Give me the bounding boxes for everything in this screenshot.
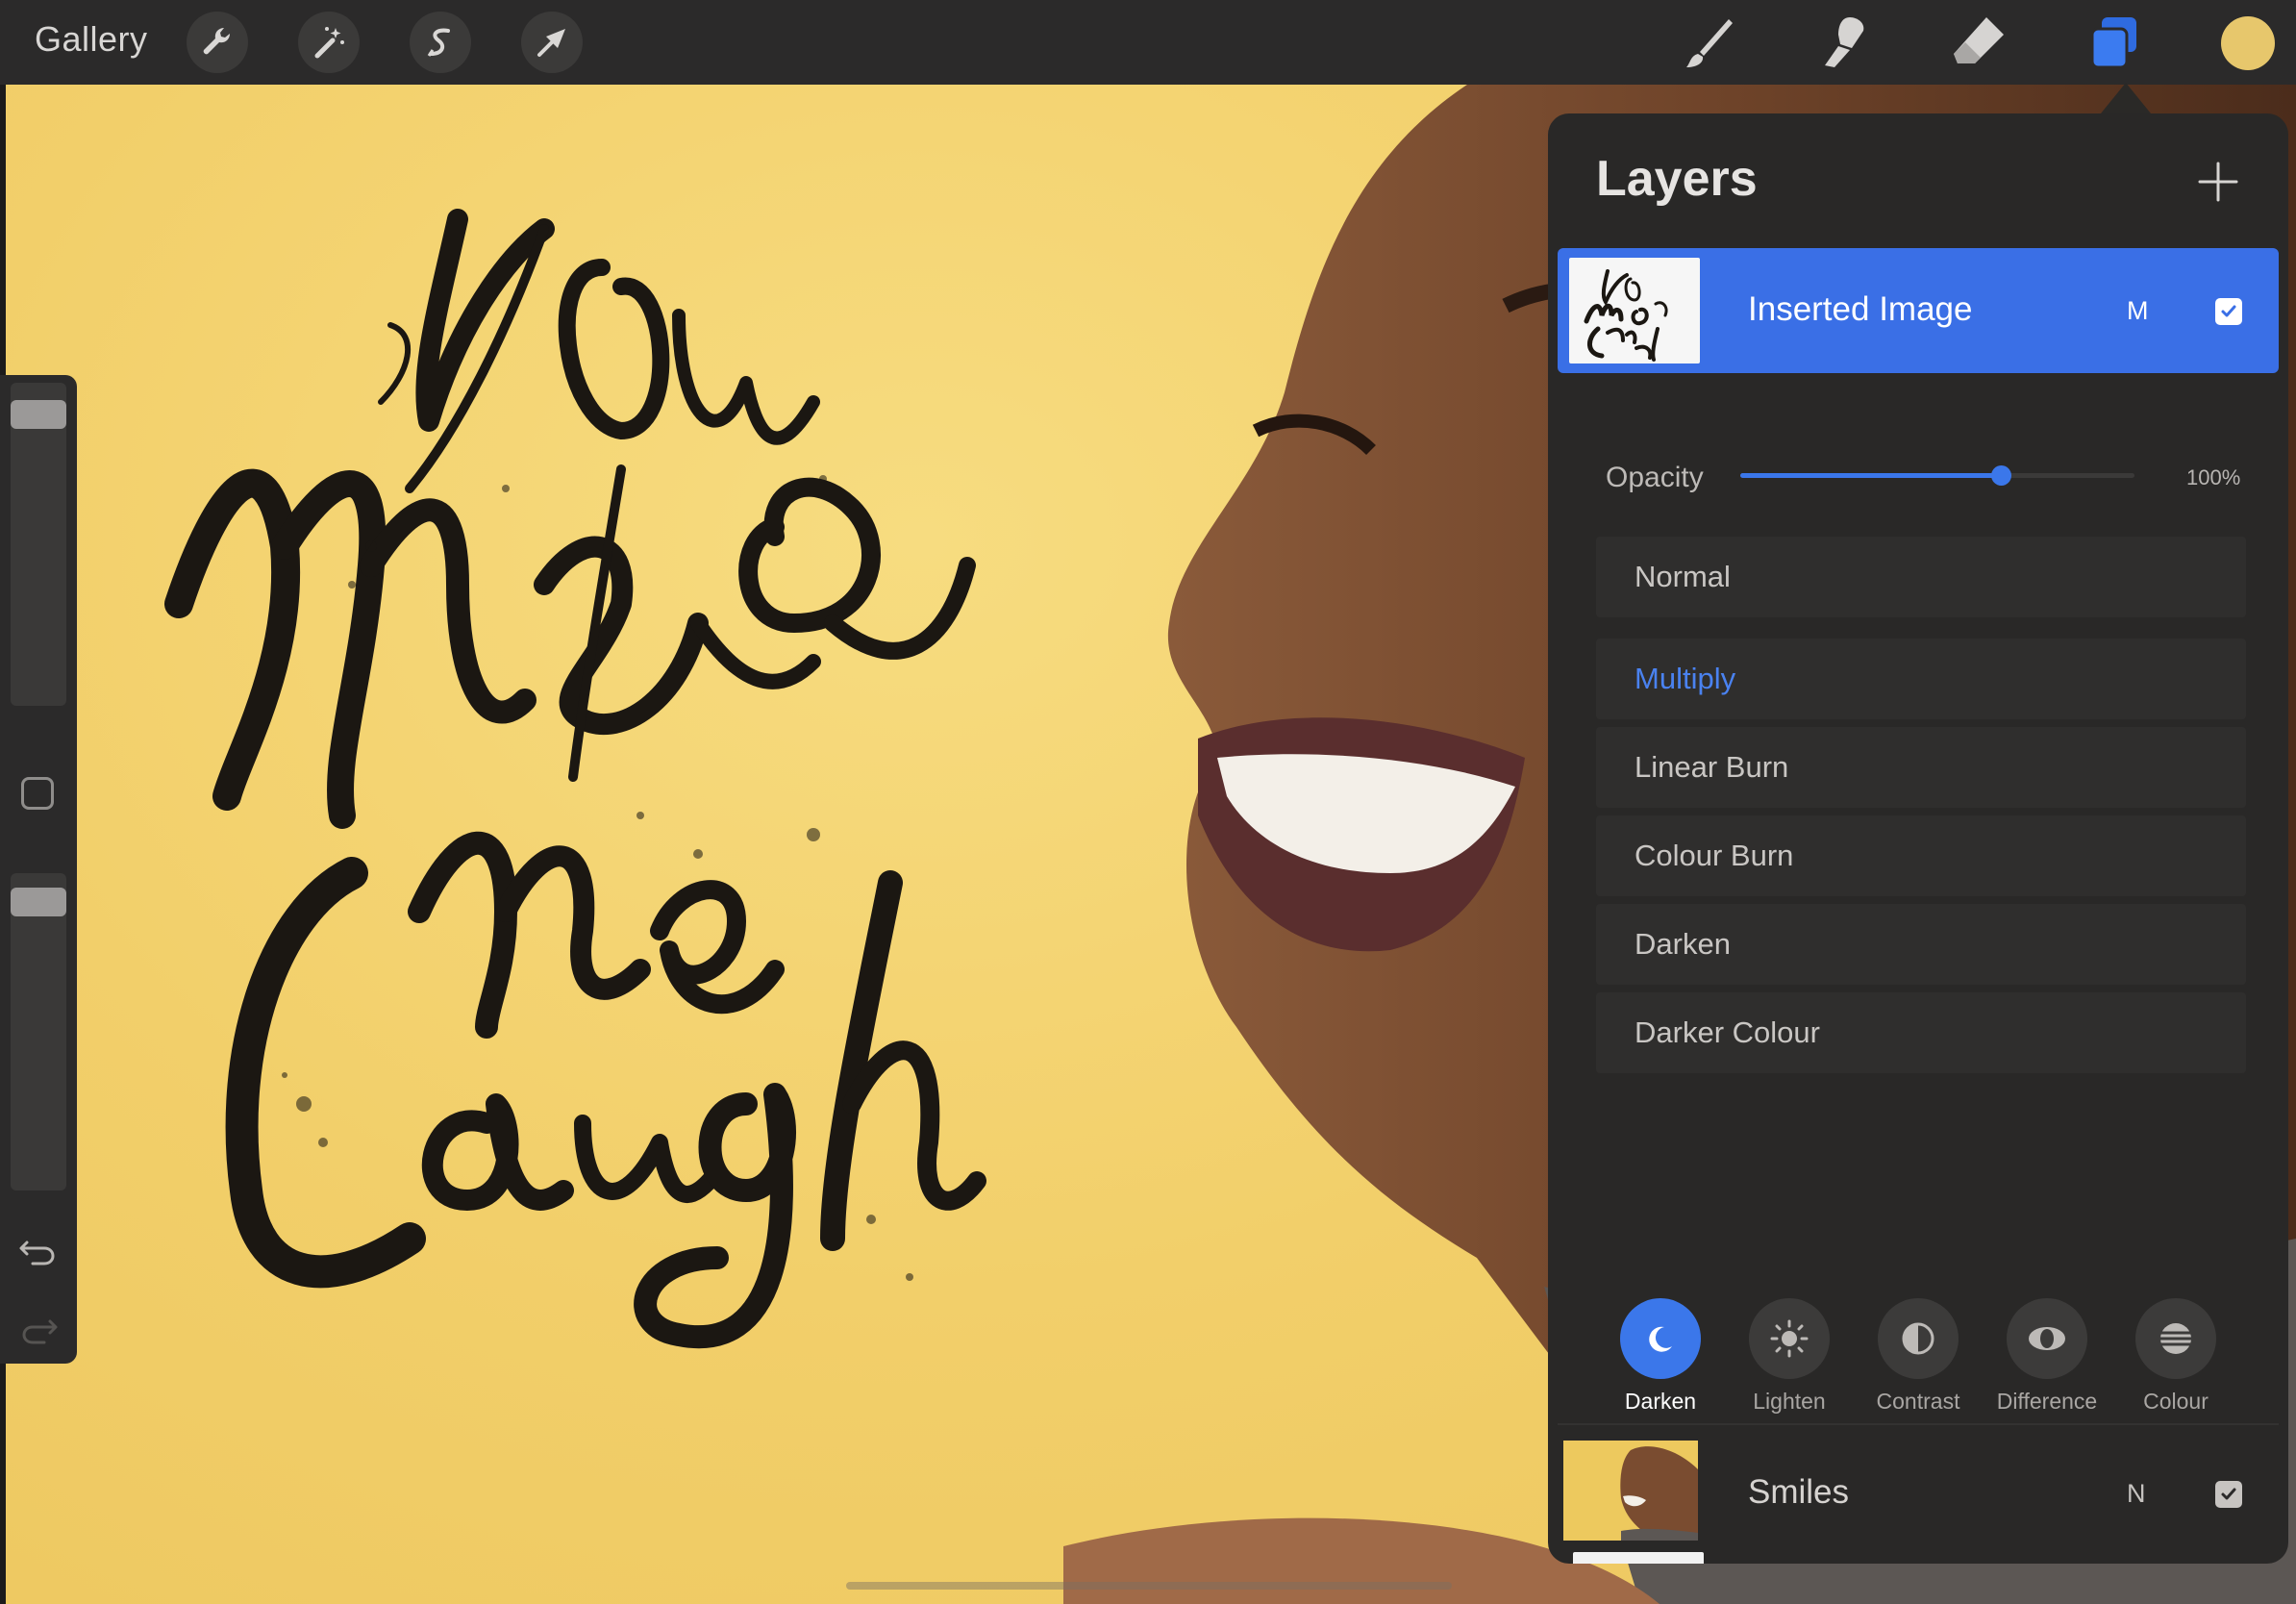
sun-icon [1770,1319,1809,1358]
layer-row-inserted-image[interactable]: Inserted Image M [1558,248,2279,373]
layers-panel: Layers Inserted Image M Opacity 100% Nor… [1548,113,2288,1564]
wrench-icon [203,27,231,55]
checkmark-icon [2221,305,2236,317]
smudge-icon [1825,17,1864,67]
layer-row-smiles[interactable]: Smiles N [1558,1435,2279,1550]
blend-mode-label: Multiply [1635,662,1736,695]
layer-blend-mode-button[interactable]: N [2127,1479,2146,1509]
brush-size-slider[interactable] [11,383,66,706]
selection-button[interactable] [410,12,471,73]
modify-square-icon[interactable] [21,777,54,810]
layers-icon [2090,17,2136,69]
opacity-slider[interactable] [1740,465,2134,486]
magic-wand-icon [314,27,344,59]
category-difference[interactable]: Difference [1994,1298,2100,1415]
contrast-icon [1902,1322,1934,1355]
eraser-tool[interactable] [1946,10,2011,75]
panel-title: Layers [1596,151,1758,207]
layer-name: Inserted Image [1748,290,1973,328]
brush-opacity-slider[interactable] [11,873,66,1190]
opacity-slider-knob[interactable] [1991,465,2011,486]
category-lighten[interactable]: Lighten [1736,1298,1842,1415]
layers-tool[interactable] [2081,10,2146,75]
blend-mode-label: Colour Burn [1635,839,1794,872]
layer-visibility-checkbox[interactable] [2215,298,2242,325]
moon-icon [1649,1326,1672,1352]
top-toolbar: Gallery [0,0,2296,85]
category-label: Lighten [1753,1389,1826,1414]
category-label: Difference [1996,1389,2098,1414]
lettering-artwork [164,209,986,1348]
color-picker-button[interactable] [2221,16,2275,70]
blend-mode-normal[interactable]: Normal [1596,537,2246,617]
undo-icon[interactable] [17,1229,60,1271]
transform-button[interactable] [521,12,583,73]
category-colour[interactable]: Colour [2123,1298,2229,1415]
category-label: Colour [2143,1389,2209,1414]
smudge-tool[interactable] [1811,10,1877,75]
blend-mode-label: Darken [1635,927,1731,961]
eraser-icon [1954,17,2004,63]
blend-mode-linear-burn[interactable]: Linear Burn [1596,727,2246,808]
selection-icon [427,28,450,57]
difference-icon [2029,1327,2065,1350]
category-label: Contrast [1876,1389,1960,1414]
category-contrast[interactable]: Contrast [1865,1298,1971,1415]
brush-opacity-thumb[interactable] [11,888,66,916]
panel-pointer [2101,83,2151,113]
blend-mode-darken[interactable]: Darken [1596,904,2246,985]
category-label: Darken [1624,1389,1697,1414]
category-darken[interactable]: Darken [1608,1298,1713,1415]
brush-icon [1686,19,1733,67]
layer-visibility-checkbox[interactable] [2215,1481,2242,1508]
redo-icon[interactable] [17,1308,60,1350]
layer-name: Smiles [1748,1473,1850,1511]
layer-thumbnail [1569,258,1700,363]
blend-mode-label: Darker Colour [1635,1015,1820,1049]
panel-divider [1558,1423,2279,1425]
colour-icon [2160,1323,2191,1354]
opacity-label: Opacity [1606,462,1704,493]
blend-mode-multiply[interactable]: Multiply [1596,639,2246,719]
layer-blend-mode-button[interactable]: M [2127,296,2149,326]
brush-size-thumb[interactable] [11,400,66,429]
opacity-value: 100% [2186,465,2241,489]
opacity-slider-fill [1740,473,2001,478]
checkmark-icon [2221,1488,2236,1500]
transform-arrow-icon [537,29,565,57]
plus-icon[interactable] [2192,156,2244,208]
left-sidebar [0,375,77,1364]
actions-button[interactable] [187,12,248,73]
layer-thumbnail [1563,1441,1698,1541]
blend-mode-darker-colour[interactable]: Darker Colour [1596,992,2246,1073]
gallery-button[interactable]: Gallery [35,19,148,60]
blend-mode-colour-burn[interactable]: Colour Burn [1596,815,2246,896]
blend-mode-label: Linear Burn [1635,750,1789,784]
next-layer-thumbnail[interactable] [1573,1552,1704,1564]
home-indicator [846,1582,1452,1590]
adjustments-button[interactable] [298,12,360,73]
brush-tool[interactable] [1679,10,1744,75]
blend-mode-label: Normal [1635,560,1731,593]
